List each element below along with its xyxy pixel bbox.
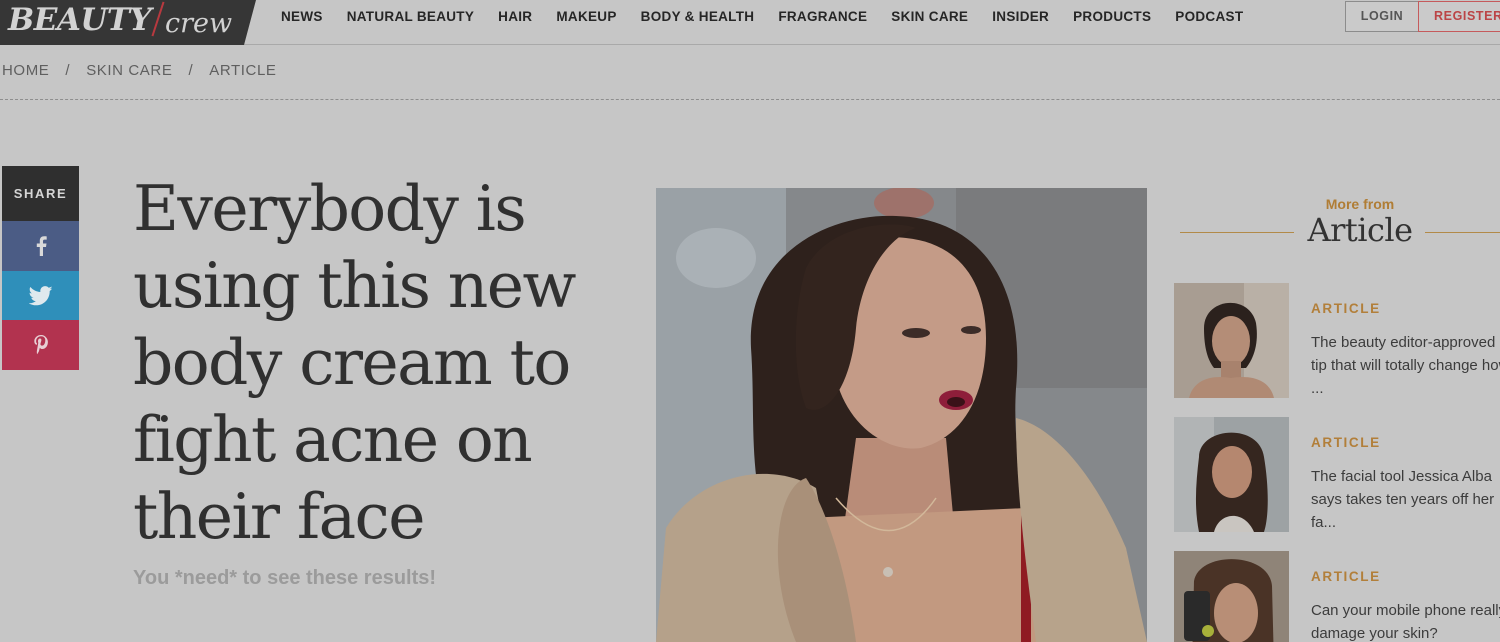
sidebar-article-card[interactable]: ARTICLE Can your mobile phone really dam… bbox=[1174, 551, 1500, 642]
article-link-title[interactable]: Can your mobile phone really damage your… bbox=[1311, 599, 1500, 642]
login-button[interactable]: LOGIN bbox=[1345, 1, 1419, 32]
share-label: SHARE bbox=[2, 166, 79, 221]
sidebar-heading-small: More from bbox=[1325, 196, 1395, 212]
sidebar-heading-rule-left bbox=[1180, 232, 1294, 233]
facebook-icon bbox=[36, 236, 47, 256]
nav-makeup[interactable]: MAKEUP bbox=[556, 9, 616, 25]
nav-skin-care[interactable]: SKIN CARE bbox=[891, 9, 968, 25]
logo-secondary: crew bbox=[165, 8, 233, 39]
nav-fragrance[interactable]: FRAGRANCE bbox=[778, 9, 867, 25]
share-facebook-button[interactable] bbox=[2, 221, 79, 271]
article-category: ARTICLE bbox=[1311, 569, 1381, 584]
nav-hair[interactable]: HAIR bbox=[498, 9, 532, 25]
share-pinterest-button[interactable] bbox=[2, 320, 79, 370]
nav-products[interactable]: PRODUCTS bbox=[1073, 9, 1151, 25]
sidebar-heading-large: Article bbox=[1307, 211, 1413, 249]
article-category: ARTICLE bbox=[1311, 435, 1381, 450]
logo-primary: BEAUTY bbox=[8, 2, 152, 38]
breadcrumb-separator: / bbox=[65, 62, 71, 79]
main-nav: NEWS NATURAL BEAUTY HAIR MAKEUP BODY & H… bbox=[281, 9, 1267, 25]
logo-slash bbox=[151, 1, 165, 37]
nav-insider[interactable]: INSIDER bbox=[992, 9, 1049, 25]
pinterest-icon bbox=[33, 335, 48, 355]
breadcrumb-separator: / bbox=[188, 62, 194, 79]
register-button[interactable]: REGISTER bbox=[1418, 1, 1500, 32]
article-link-title[interactable]: The beauty editor-approved tip that will… bbox=[1311, 331, 1500, 400]
sidebar-article-card[interactable]: ARTICLE The beauty editor-approved tip t… bbox=[1174, 283, 1500, 399]
breadcrumb: HOME / SKIN CARE / ARTICLE bbox=[2, 62, 277, 79]
nav-natural-beauty[interactable]: NATURAL BEAUTY bbox=[347, 9, 474, 25]
article-thumbnail[interactable] bbox=[1174, 551, 1289, 642]
article-category: ARTICLE bbox=[1311, 301, 1381, 316]
nav-body-health[interactable]: BODY & HEALTH bbox=[641, 9, 755, 25]
hero-image bbox=[656, 188, 1147, 642]
breadcrumb-divider bbox=[0, 99, 1500, 100]
twitter-icon bbox=[28, 286, 52, 306]
breadcrumb-home[interactable]: HOME bbox=[2, 62, 49, 79]
sidebar-heading-rule-right bbox=[1425, 232, 1500, 233]
article-subtitle: You *need* to see these results! bbox=[133, 567, 437, 589]
nav-news[interactable]: NEWS bbox=[281, 9, 323, 25]
site-logo[interactable]: BEAUTY crew bbox=[0, 0, 256, 45]
article-thumbnail[interactable] bbox=[1174, 283, 1289, 398]
breadcrumb-article: ARTICLE bbox=[209, 62, 277, 79]
sidebar-article-card[interactable]: ARTICLE The facial tool Jessica Alba say… bbox=[1174, 417, 1500, 533]
share-twitter-button[interactable] bbox=[2, 271, 79, 321]
article-thumbnail[interactable] bbox=[1174, 417, 1289, 532]
site-header: BEAUTY crew NEWS NATURAL BEAUTY HAIR MAK… bbox=[0, 0, 1500, 45]
breadcrumb-skin-care[interactable]: SKIN CARE bbox=[86, 62, 172, 79]
article-link-title[interactable]: The facial tool Jessica Alba says takes … bbox=[1311, 465, 1500, 534]
nav-podcast[interactable]: PODCAST bbox=[1175, 9, 1243, 25]
article-title: Everybody is using this new body cream t… bbox=[133, 172, 576, 553]
